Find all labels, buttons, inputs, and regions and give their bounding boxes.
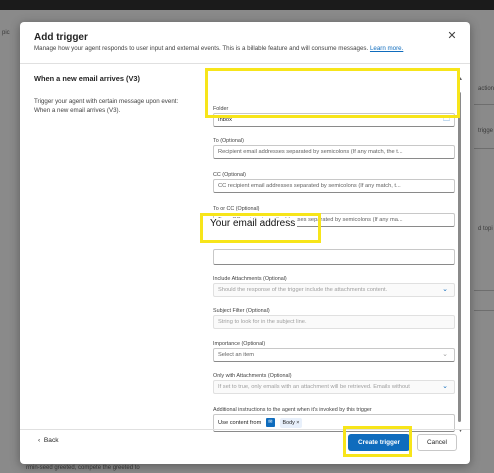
header-divider <box>20 63 470 64</box>
create-highlight <box>343 426 412 457</box>
bg-right-text-3: d topi <box>478 226 493 232</box>
body-chip-label: Body <box>282 419 295 426</box>
from-input[interactable] <box>213 249 455 265</box>
subject-filter-input[interactable]: String to look for in the subject line. <box>213 315 455 329</box>
scrollbar-thumb[interactable] <box>458 92 461 422</box>
to-input[interactable]: Recipient email addresses separated by s… <box>213 145 455 159</box>
importance-select[interactable]: Select an item ⌄ <box>213 348 455 362</box>
chevron-down-icon: ⌄ <box>442 383 448 390</box>
dialog-title: Add trigger <box>34 32 88 43</box>
back-button[interactable]: ‹ Back <box>38 437 59 444</box>
trigger-description: Trigger your agent with certain message … <box>34 98 179 114</box>
trigger-name: When a new email arrives (V3) <box>34 74 140 83</box>
cancel-button[interactable]: Cancel <box>417 434 457 451</box>
importance-placeholder: Select an item <box>218 352 255 358</box>
bg-right-text-2: trigge <box>478 128 494 134</box>
chevron-down-icon: ⌄ <box>442 351 448 358</box>
only-with-attachments-label: Only with Attachments (Optional) <box>213 373 292 379</box>
instructions-prefix: Use content from <box>218 420 262 426</box>
include-attachments-select[interactable]: Should the response of the trigger inclu… <box>213 283 455 297</box>
bg-right-text-1: action <box>478 86 494 92</box>
instructions-label: Additional instructions to the agent whe… <box>213 407 372 413</box>
folder-highlight <box>205 68 460 118</box>
bg-divider <box>474 148 494 149</box>
subject-filter-field: Subject Filter (Optional) String to look… <box>213 307 455 329</box>
body-chip[interactable]: Body × <box>279 417 303 428</box>
bg-divider <box>474 104 494 105</box>
importance-label: Importance (Optional) <box>213 341 266 347</box>
include-attachments-placeholder: Should the response of the trigger inclu… <box>218 287 388 293</box>
cc-field: CC (Optional) CC recipient email address… <box>213 171 455 193</box>
cc-label: CC (Optional) <box>213 172 246 178</box>
to-or-cc-label: To or CC (Optional) <box>213 206 260 212</box>
outlook-icon: ✉ <box>265 418 275 427</box>
include-attachments-label: Include Attachments (Optional) <box>213 276 287 282</box>
bg-divider <box>474 290 494 291</box>
cc-input[interactable]: CC recipient email addresses separated b… <box>213 179 455 193</box>
importance-field: Importance (Optional) Select an item ⌄ <box>213 340 455 362</box>
to-label: To (Optional) <box>213 138 244 144</box>
chevron-down-icon: ⌄ <box>442 286 448 293</box>
bg-divider <box>474 310 494 311</box>
subject-filter-label: Subject Filter (Optional) <box>213 308 270 314</box>
trigger-form: Folder Inbox 🗀 To (Optional) Recipient e… <box>213 73 460 432</box>
bg-bottom-text: rmin-seed greeted, compete the greeted t… <box>26 465 140 471</box>
only-with-attachments-select[interactable]: If set to true, only emails with an atta… <box>213 380 455 394</box>
email-annotation: Your email address <box>208 218 298 229</box>
close-icon[interactable]: ✕ <box>446 30 458 42</box>
only-with-attachments-placeholder: If set to true, only emails with an atta… <box>218 384 410 390</box>
include-attachments-field: Include Attachments (Optional) Should th… <box>213 275 455 297</box>
bg-left-text: pic <box>2 30 10 36</box>
dialog-subtitle-text: Manage how your agent responds to user i… <box>34 45 369 52</box>
top-bar <box>0 0 494 10</box>
back-label: Back <box>43 437 59 444</box>
from-field <box>213 249 455 265</box>
only-with-attachments-field: Only with Attachments (Optional) If set … <box>213 372 455 394</box>
to-field: To (Optional) Recipient email addresses … <box>213 137 455 159</box>
learn-more-link[interactable]: Learn more. <box>370 45 403 52</box>
dialog-subtitle: Manage how your agent responds to user i… <box>34 45 403 52</box>
chip-remove-icon[interactable]: × <box>296 420 299 426</box>
chevron-left-icon: ‹ <box>38 437 41 444</box>
